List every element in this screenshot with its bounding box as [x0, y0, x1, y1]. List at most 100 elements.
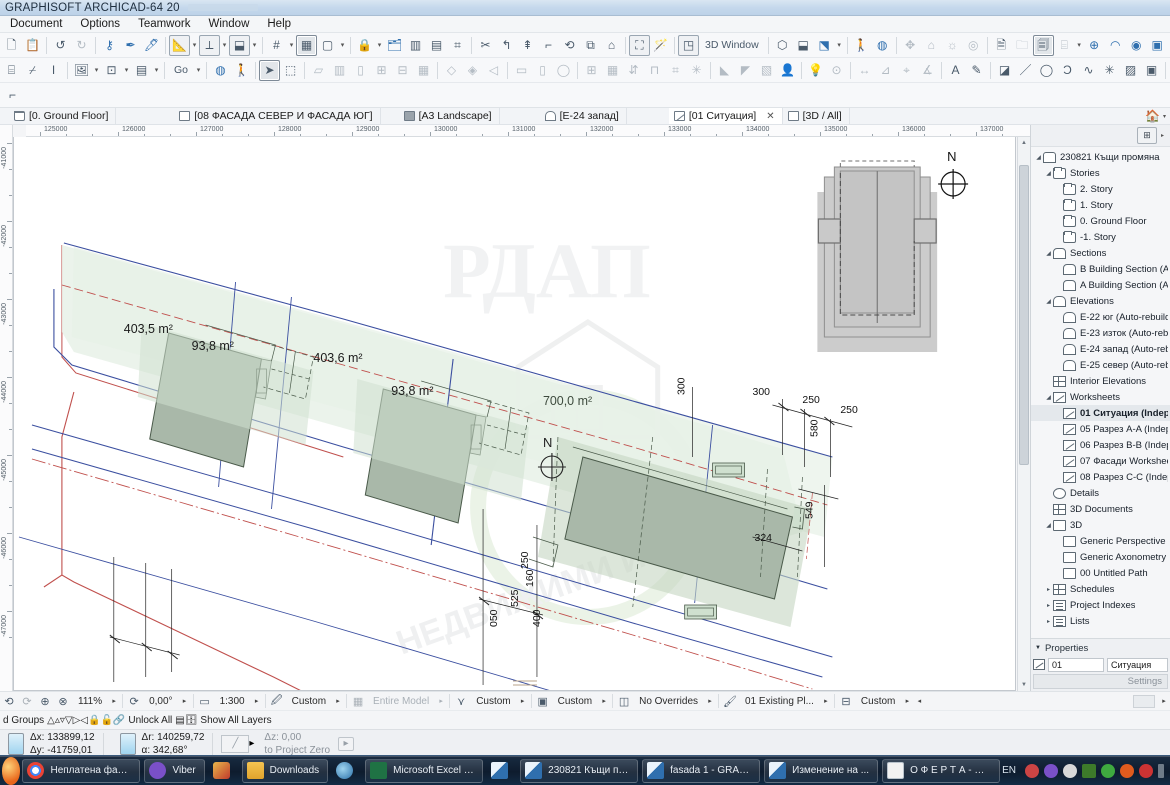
go-dropdown-arrow[interactable]: ▾: [194, 60, 203, 81]
photorender-icon[interactable]: ⌂: [921, 35, 942, 56]
tree-item[interactable]: 07 Фасади Worksheet (In: [1031, 453, 1170, 469]
zone-tool-icon[interactable]: ◁: [483, 60, 504, 81]
angle-dimension-icon[interactable]: ∡: [917, 60, 938, 81]
grid-snap-icon[interactable]: #: [266, 35, 287, 56]
partial-structure-icon[interactable]: ▤: [426, 35, 447, 56]
tree-item[interactable]: Interior Elevations: [1031, 373, 1170, 389]
display-options-icon[interactable]: ▥: [405, 35, 426, 56]
statusbar-extra-box[interactable]: [1133, 694, 1155, 708]
taskbar-item[interactable]: О Ф Е Р Т А - Ма...: [882, 758, 1001, 783]
curtain-wall-icon[interactable]: ▥: [329, 60, 350, 81]
zoom-value[interactable]: 111%: [72, 696, 108, 707]
copy-icon[interactable]: 🗐: [1032, 34, 1054, 56]
properties-header[interactable]: ▼ Properties: [1031, 641, 1170, 655]
tree-item[interactable]: ◢ Sections: [1031, 245, 1170, 261]
tree-item[interactable]: 0. Ground Floor: [1031, 213, 1170, 229]
line-tool-icon[interactable]: ／: [1015, 60, 1036, 81]
lock-dropdown-arrow[interactable]: ▾: [375, 35, 384, 56]
3d-cutaway-icon[interactable]: ⬔: [814, 35, 835, 56]
save-as-icon[interactable]: 🗎: [991, 35, 1012, 56]
drawing-canvas[interactable]: РДАП НЕДВИЖИМИ ИМОТИ N 403,5 m² 93,8 m² …: [13, 137, 1016, 691]
paste-icon[interactable]: 📋: [22, 35, 43, 56]
statusbar-scroll-right[interactable]: ▸: [1158, 697, 1170, 705]
radial-dimension-icon[interactable]: ⌖: [896, 60, 917, 81]
show-layers-icon[interactable]: 🗄: [185, 715, 198, 726]
coordinate-xy-icon[interactable]: [8, 732, 24, 755]
menu-item-document[interactable]: Document: [2, 17, 70, 31]
skylight-icon[interactable]: ✳: [686, 60, 707, 81]
magic-wand-icon[interactable]: 🪄: [650, 35, 671, 56]
teamwork-icon[interactable]: ◠: [1105, 35, 1126, 56]
rotate-icon[interactable]: ⟲: [559, 35, 580, 56]
shield-icon[interactable]: [1101, 763, 1115, 778]
tree-item[interactable]: 05 Разрез A-A (Independ: [1031, 421, 1170, 437]
taskbar-item[interactable]: Изменение на ...: [764, 758, 879, 783]
lamp-icon[interactable]: 💡: [805, 60, 826, 81]
image-dropdown-arrow[interactable]: ▾: [92, 60, 101, 81]
level-dimension-icon[interactable]: ⊿: [875, 60, 896, 81]
3d-settings-icon[interactable]: ✥: [900, 35, 921, 56]
pen-set-icon[interactable]: 🖉: [268, 693, 286, 709]
graphic-override-icon[interactable]: ◫: [615, 693, 633, 709]
model-view-icon[interactable]: ▣: [534, 693, 552, 709]
organizer-icon[interactable]: 🏠: [1145, 109, 1160, 123]
align-icon[interactable]: ⟂: [199, 34, 220, 56]
organizer-dropdown-arrow[interactable]: ▾: [1163, 113, 1166, 120]
beam-tool-icon[interactable]: I: [43, 60, 64, 81]
zone-dropdown-arrow[interactable]: ▾: [338, 35, 347, 56]
scale-value[interactable]: 1:300: [214, 696, 251, 707]
layers-icon[interactable]: ▤: [175, 715, 184, 726]
taskbar-item[interactable]: 230821 Къщи пр...: [520, 758, 639, 783]
taskbar-item[interactable]: Viber: [144, 758, 205, 783]
tab-e24-zapad[interactable]: [E-24 запад]: [540, 108, 627, 124]
text-tool-icon[interactable]: A: [945, 60, 966, 81]
roof-plane-icon[interactable]: ◣: [714, 60, 735, 81]
unlock-element-icon[interactable]: 🔓: [100, 715, 112, 726]
marquee-tool-icon[interactable]: ⬚: [280, 60, 301, 81]
coordinate-xy-values[interactable]: Δx: 133899,12 Δy: -41759,01: [30, 731, 95, 757]
fit-in-window-icon[interactable]: ⊗: [54, 693, 72, 709]
globe-icon[interactable]: ◍: [210, 60, 231, 81]
coordinate-polar-values[interactable]: Δr: 140259,72 α: 342,68°: [142, 731, 205, 757]
measure-icon[interactable]: 📐: [169, 34, 190, 56]
zoomfit-dropdown-arrow[interactable]: ▾: [122, 60, 131, 81]
axonometry-icon[interactable]: ⬡: [772, 35, 793, 56]
shell-icon[interactable]: ▦: [413, 60, 434, 81]
statusbar-scroll-left[interactable]: ◂: [913, 697, 925, 705]
angle-constraint-arrow[interactable]: ▸: [249, 738, 254, 749]
structure-value[interactable]: Entire Model: [367, 696, 435, 707]
scissors-icon[interactable]: ✂: [475, 35, 496, 56]
dimension-dropdown-arrow[interactable]: ▸: [901, 697, 913, 705]
circle-tool-icon[interactable]: ◯: [1036, 60, 1057, 81]
3d-window-button[interactable]: 3D Window: [699, 35, 765, 56]
undo-icon[interactable]: ↺: [50, 35, 71, 56]
dr-value[interactable]: 140259,72: [157, 732, 204, 743]
tree-item[interactable]: 2. Story: [1031, 181, 1170, 197]
marquee-icon[interactable]: ⌗: [447, 35, 468, 56]
menu-item-help[interactable]: Help: [259, 17, 299, 31]
settings-button[interactable]: Settings: [1033, 674, 1168, 689]
tree-item[interactable]: 1. Story: [1031, 197, 1170, 213]
tree-item[interactable]: Details: [1031, 485, 1170, 501]
structure-dropdown-arrow[interactable]: ▸: [435, 697, 447, 705]
tree-item[interactable]: E-23 изток (Auto-rebuild: [1031, 325, 1170, 341]
publish-dropdown-arrow[interactable]: ▾: [1075, 35, 1084, 56]
site-plan-drawing[interactable]: РДАП НЕДВИЖИМИ ИМОТИ N 403,5 m² 93,8 m² …: [14, 137, 1015, 690]
layer-combination-value[interactable]: Custom: [470, 696, 516, 707]
tree-item[interactable]: ◢ Stories: [1031, 165, 1170, 181]
slab-icon[interactable]: ⊞: [371, 60, 392, 81]
tree-item[interactable]: ◢ Elevations: [1031, 293, 1170, 309]
rotation-value[interactable]: 0,00°: [143, 696, 178, 707]
property-name-field[interactable]: Ситуация: [1107, 657, 1168, 672]
mesh-icon[interactable]: ◈: [462, 60, 483, 81]
3d-window-icon[interactable]: ◳: [678, 34, 699, 56]
curtain-icon[interactable]: ▧: [756, 60, 777, 81]
tree-item[interactable]: E-25 север (Auto-rebuild: [1031, 357, 1170, 373]
roof-icon[interactable]: ⊟: [392, 60, 413, 81]
tree-item[interactable]: -1. Story: [1031, 229, 1170, 245]
publish-icon[interactable]: ⌸: [1054, 35, 1075, 56]
taskbar-item[interactable]: [209, 759, 238, 783]
wall-tool-icon[interactable]: ⌸: [1, 60, 22, 81]
overrides-dropdown-arrow[interactable]: ▸: [704, 697, 716, 705]
twisty-open-icon[interactable]: ◢: [1044, 250, 1053, 257]
